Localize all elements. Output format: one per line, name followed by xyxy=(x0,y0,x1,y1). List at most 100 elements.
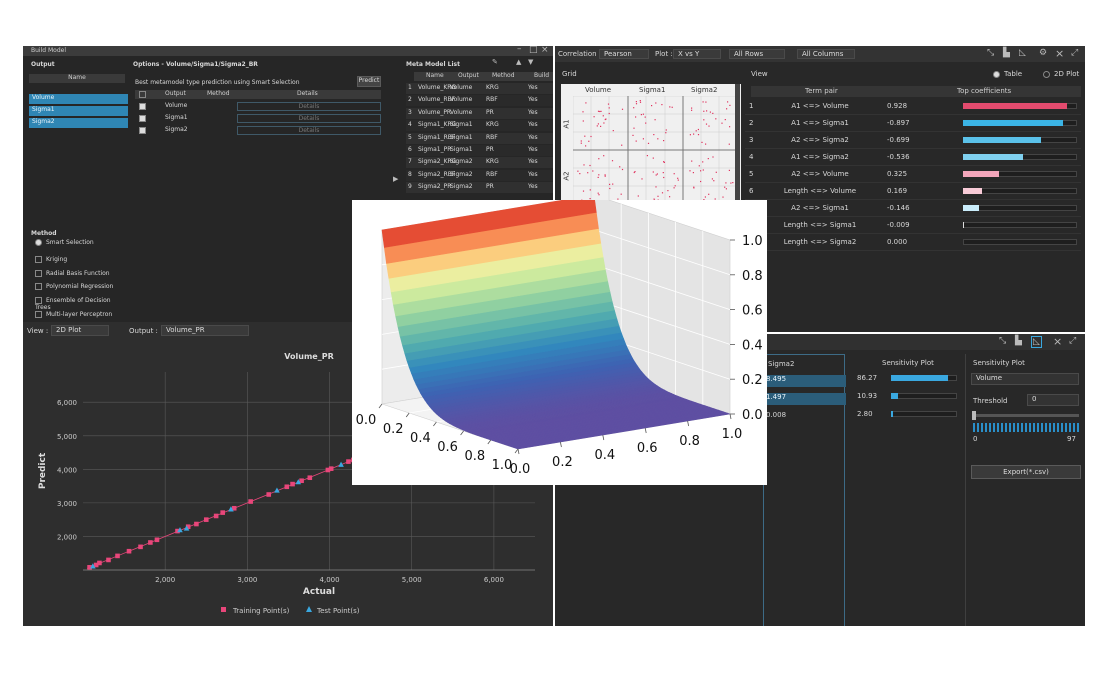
view-dropdown[interactable]: 2D Plot xyxy=(51,325,109,336)
meta-row-method: KRG xyxy=(486,158,499,166)
coef-row-pair: A2 <=> Volume xyxy=(791,170,849,178)
coef-table-row[interactable]: 7A2 <=> Sigma1-0.146 xyxy=(745,200,1081,217)
rows-dropdown[interactable]: All Rows xyxy=(729,49,785,59)
sigma2-value[interactable]: 0.008 xyxy=(764,411,846,423)
matrix-dot xyxy=(689,170,691,172)
coef-table-row[interactable]: 2 A1 <=> Sigma1 -0.897 xyxy=(745,115,1081,132)
matrix-dot xyxy=(669,196,671,198)
matrix-dot xyxy=(580,142,582,144)
coef-table-row[interactable]: 8Length <=> Sigma1-0.009 xyxy=(745,217,1081,234)
meta-list-row[interactable]: 1 Volume_KRG Volume KRG Yes xyxy=(406,83,553,94)
threshold-input[interactable]: 0 xyxy=(1027,394,1079,406)
y-tick-label: 3,000 xyxy=(57,500,77,508)
expand-arrow-icon[interactable]: ▶ xyxy=(393,175,398,183)
matrix-dot xyxy=(653,134,655,136)
method-rbf[interactable]: Radial Basis Function xyxy=(35,270,110,277)
view-table-option[interactable]: Table xyxy=(993,70,1022,78)
details-button[interactable]: Details xyxy=(237,102,381,111)
matrix-dot xyxy=(589,189,591,191)
side-output-dropdown[interactable]: Volume xyxy=(971,373,1079,385)
meta-list-row[interactable]: 6 Sigma1_PR Sigma1 PR Yes xyxy=(406,145,553,156)
meta-list-row[interactable]: 4 Sigma1_KRG Sigma1 KRG Yes xyxy=(406,120,553,132)
coef-table-row[interactable]: 9Length <=> Sigma20.000 xyxy=(745,234,1081,251)
meta-row-method: KRG xyxy=(486,84,499,91)
down-arrow-icon[interactable]: ▼ xyxy=(528,58,533,66)
meta-list-row[interactable]: 2 Volume_RBF Volume RBF Yes xyxy=(406,95,553,107)
meta-list-row[interactable]: 9 Sigma2_PR Sigma2 PR Yes xyxy=(406,182,553,194)
output-item-sigma2[interactable]: Sigma2 xyxy=(29,118,128,128)
up-arrow-icon[interactable]: ▲ xyxy=(516,58,521,66)
training-point xyxy=(346,459,351,464)
area-chart-icon[interactable]: ◺ xyxy=(1031,336,1042,348)
bar-chart-icon[interactable]: ▙ xyxy=(1003,48,1010,58)
row-checkbox[interactable] xyxy=(139,115,146,122)
select-all-checkbox[interactable] xyxy=(139,91,146,98)
coef-table-row[interactable]: 6 Length <=> Volume 0.169 xyxy=(745,183,1081,200)
output-dropdown[interactable]: Volume_PR xyxy=(161,325,249,336)
coef-row-pair: Length <=> Sigma2 xyxy=(783,238,857,246)
bar-chart-icon[interactable]: ▙ xyxy=(1015,336,1022,346)
threshold-slider-handle[interactable] xyxy=(972,411,976,420)
area-chart-icon[interactable]: ◺ xyxy=(1019,48,1026,58)
grid-scrollbar[interactable] xyxy=(735,84,740,204)
meta-row-name: Sigma2_PR xyxy=(418,183,452,191)
options-col-output: Output xyxy=(165,90,186,97)
line-chart-icon[interactable]: ⤡ xyxy=(999,336,1006,346)
meta-row-output: Sigma1 xyxy=(450,146,473,153)
matrix-dot xyxy=(590,135,592,138)
details-button[interactable]: Details xyxy=(237,126,381,135)
coef-table-row[interactable]: 1 A1 <=> Volume 0.928 xyxy=(745,98,1081,115)
row-checkbox[interactable] xyxy=(139,127,146,134)
matrix-dot xyxy=(585,102,587,104)
matrix-dot xyxy=(588,140,590,142)
close-icon[interactable]: × xyxy=(541,46,549,55)
correlation-dropdown[interactable]: Pearson xyxy=(599,49,649,59)
x-tick xyxy=(514,448,519,454)
meta-row-build: Yes xyxy=(528,183,538,191)
meta-list-row[interactable]: 3 Volume_PR Volume PR Yes xyxy=(406,107,553,119)
meta-list-row[interactable]: 5 Sigma1_RBF Sigma1 RBF Yes xyxy=(406,132,553,144)
coef-table-row[interactable]: 3 A2 <=> Sigma2 -0.699 xyxy=(745,132,1081,149)
matrix-dot xyxy=(642,138,644,140)
meta-row-index: 9 xyxy=(408,183,412,191)
x-tick-label: 2,000 xyxy=(155,576,175,584)
predict-button[interactable]: Predict xyxy=(357,76,381,87)
settings-icon[interactable]: ⚙ xyxy=(1039,48,1047,58)
minimize-icon[interactable]: – xyxy=(517,46,522,54)
fullscreen-icon[interactable]: ⤢ xyxy=(1071,48,1078,58)
output-item-volume[interactable]: Volume xyxy=(29,94,128,104)
matrix-dot xyxy=(700,180,702,183)
line-chart-icon[interactable]: ⤡ xyxy=(987,48,994,58)
sigma2-value[interactable]: 8.495 xyxy=(764,375,846,387)
matrix-dot xyxy=(607,103,610,105)
export-csv-button[interactable]: Export(*.csv) xyxy=(971,465,1081,479)
checkbox-icon xyxy=(35,256,42,263)
threshold-slider-track[interactable] xyxy=(973,414,1079,417)
method-kriging[interactable]: Kriging xyxy=(35,256,67,263)
plot-dropdown[interactable]: X vs Y xyxy=(673,49,721,59)
maximize-icon[interactable]: □ xyxy=(529,46,538,55)
meta-list-row[interactable]: 7 Sigma2_KRG Sigma2 KRG Yes xyxy=(406,157,553,169)
meta-row-name: Sigma1_PR xyxy=(418,146,452,153)
fullscreen-icon[interactable]: ⤢ xyxy=(1069,336,1076,346)
matrix-dot xyxy=(707,158,709,160)
meta-row-method: PR xyxy=(486,146,494,153)
coef-table-row[interactable]: 5 A2 <=> Volume 0.325 xyxy=(745,166,1081,183)
edit-icon[interactable]: ✎ xyxy=(492,58,498,66)
y-tick-label: 0.8 xyxy=(679,434,700,449)
row-checkbox[interactable] xyxy=(139,103,146,110)
close-icon[interactable]: × xyxy=(1053,335,1062,348)
meta-list-row[interactable]: 8 Sigma2_RBF Sigma2 RBF Yes xyxy=(406,169,553,181)
method-smart-selection[interactable]: Smart Selection xyxy=(35,239,94,246)
details-button[interactable]: Details xyxy=(237,114,381,123)
close-icon[interactable]: × xyxy=(1055,47,1064,60)
coef-table-row[interactable]: 4 A1 <=> Sigma2 -0.536 xyxy=(745,149,1081,166)
view-2d-option[interactable]: 2D Plot xyxy=(1043,70,1079,78)
sigma2-value[interactable]: 1.497 xyxy=(764,393,846,405)
method-ensemble[interactable]: Ensemble of Decision Trees xyxy=(35,297,125,311)
method-mlp[interactable]: Multi-layer Perceptron xyxy=(35,311,112,318)
method-polynomial[interactable]: Polynomial Regression xyxy=(35,283,113,290)
output-item-sigma1[interactable]: Sigma1 xyxy=(29,106,128,116)
columns-dropdown[interactable]: All Columns xyxy=(797,49,855,59)
meta-row-method: PR xyxy=(486,183,494,191)
